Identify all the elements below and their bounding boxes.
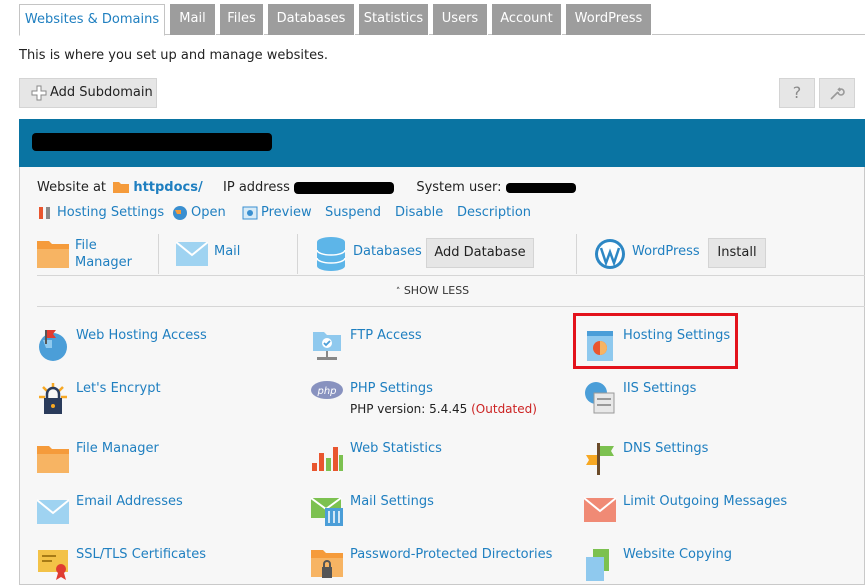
help-button[interactable]: ? bbox=[779, 78, 815, 108]
php-icon: php bbox=[311, 381, 343, 399]
divider bbox=[297, 234, 298, 274]
quick-mail-label: Mail bbox=[214, 244, 241, 259]
action-disable[interactable]: Disable bbox=[395, 205, 443, 220]
question-icon: ? bbox=[792, 83, 802, 102]
iis-settings-icon bbox=[585, 382, 615, 414]
php-outdated-badge: (Outdated) bbox=[471, 402, 537, 416]
folder-icon bbox=[113, 182, 130, 193]
docroot-link[interactable]: httpdocs/ bbox=[133, 180, 202, 195]
file-manager-icon bbox=[37, 241, 69, 268]
highlight-box bbox=[573, 313, 738, 369]
divider bbox=[37, 275, 865, 276]
svg-text:php: php bbox=[316, 386, 336, 397]
mail-icon bbox=[176, 242, 208, 266]
tab-statistics[interactable]: Statistics bbox=[359, 4, 429, 35]
tool-label: PHP Settings bbox=[350, 381, 433, 396]
install-wordpress-button[interactable]: Install bbox=[708, 238, 766, 268]
add-subdomain-button[interactable]: Add Subdomain bbox=[19, 78, 157, 108]
action-hosting-settings[interactable]: Hosting Settings bbox=[57, 205, 164, 220]
tool-label: IIS Settings bbox=[623, 381, 697, 396]
hosting-tools-icon bbox=[39, 207, 50, 219]
tool-label: Web Statistics bbox=[350, 441, 442, 456]
tool-label: Mail Settings bbox=[350, 494, 434, 509]
tool-label: DNS Settings bbox=[623, 441, 709, 456]
add-database-button[interactable]: Add Database bbox=[426, 238, 534, 268]
tool-label: Website Copying bbox=[623, 547, 733, 562]
add-subdomain-label: Add Subdomain bbox=[50, 85, 153, 100]
web-statistics-icon bbox=[312, 447, 343, 471]
system-user-label: System user: bbox=[416, 180, 502, 195]
website-at-label: Website at bbox=[37, 180, 107, 195]
tab-files[interactable]: Files bbox=[220, 4, 264, 35]
quick-file-manager[interactable]: File Manager bbox=[37, 234, 157, 274]
redacted-user bbox=[505, 182, 576, 193]
limit-mail-icon bbox=[584, 497, 616, 522]
quick-file-manager-label: File Manager bbox=[75, 238, 132, 270]
globe-open-icon bbox=[173, 206, 187, 220]
settings-button[interactable] bbox=[819, 78, 855, 108]
tool-label: FTP Access bbox=[350, 328, 422, 343]
show-less-toggle[interactable]: ˄ SHOW LESS bbox=[0, 284, 865, 297]
action-preview[interactable]: Preview bbox=[261, 205, 312, 220]
tab-websites-domains[interactable]: Websites & Domains bbox=[19, 4, 165, 36]
lets-encrypt-icon bbox=[39, 383, 67, 414]
wrench-icon bbox=[830, 87, 845, 100]
quick-wordpress[interactable]: WordPress bbox=[594, 234, 714, 274]
file-manager-icon bbox=[37, 446, 69, 473]
action-suspend[interactable]: Suspend bbox=[325, 205, 381, 220]
email-icon bbox=[37, 499, 69, 524]
domain-info-row: Website at httpdocs/ IP address System u… bbox=[37, 178, 576, 195]
tab-wordpress[interactable]: WordPress bbox=[566, 4, 652, 35]
divider bbox=[37, 306, 865, 307]
quick-databases-label: Databases bbox=[353, 244, 422, 259]
main-tabs: Websites & Domains Mail Files Databases … bbox=[19, 4, 865, 36]
php-version-text: PHP version: 5.4.45 (Outdated) bbox=[350, 402, 537, 416]
preview-icon bbox=[242, 206, 258, 220]
dns-signpost-icon bbox=[586, 443, 614, 475]
certificate-icon bbox=[38, 550, 68, 580]
quick-mail[interactable]: Mail bbox=[176, 234, 286, 274]
action-description[interactable]: Description bbox=[457, 205, 531, 220]
domain-header bbox=[19, 119, 865, 167]
protected-folder-icon bbox=[311, 550, 343, 578]
ftp-access-icon bbox=[313, 332, 341, 360]
tool-label: Password-Protected Directories bbox=[350, 547, 553, 562]
tab-users[interactable]: Users bbox=[433, 4, 488, 35]
page-description: This is where you set up and manage webs… bbox=[19, 48, 328, 63]
plus-icon bbox=[31, 85, 47, 101]
mail-settings-icon bbox=[311, 497, 343, 526]
tab-account[interactable]: Account bbox=[492, 4, 562, 35]
tool-label: Web Hosting Access bbox=[76, 328, 207, 343]
tab-databases[interactable]: Databases bbox=[268, 4, 355, 35]
wordpress-icon bbox=[595, 239, 625, 269]
show-less-label: SHOW LESS bbox=[403, 284, 470, 297]
action-open[interactable]: Open bbox=[191, 205, 226, 220]
redacted-ip bbox=[294, 181, 395, 194]
divider bbox=[158, 234, 159, 274]
tool-label: Email Addresses bbox=[76, 494, 183, 509]
tab-mail[interactable]: Mail bbox=[170, 4, 216, 35]
tool-label: Let's Encrypt bbox=[76, 381, 161, 396]
divider bbox=[576, 234, 577, 274]
quick-wordpress-label: WordPress bbox=[632, 244, 700, 259]
tool-label: File Manager bbox=[76, 441, 159, 456]
website-copy-icon bbox=[586, 549, 609, 581]
tool-label: Limit Outgoing Messages bbox=[623, 494, 788, 509]
database-icon bbox=[316, 237, 346, 271]
web-hosting-access-icon bbox=[39, 330, 67, 361]
redacted-domain-name bbox=[32, 133, 272, 151]
ip-address-label: IP address bbox=[223, 180, 290, 195]
chevron-up-icon: ˄ bbox=[395, 287, 401, 297]
tool-label: SSL/TLS Certificates bbox=[76, 547, 206, 562]
